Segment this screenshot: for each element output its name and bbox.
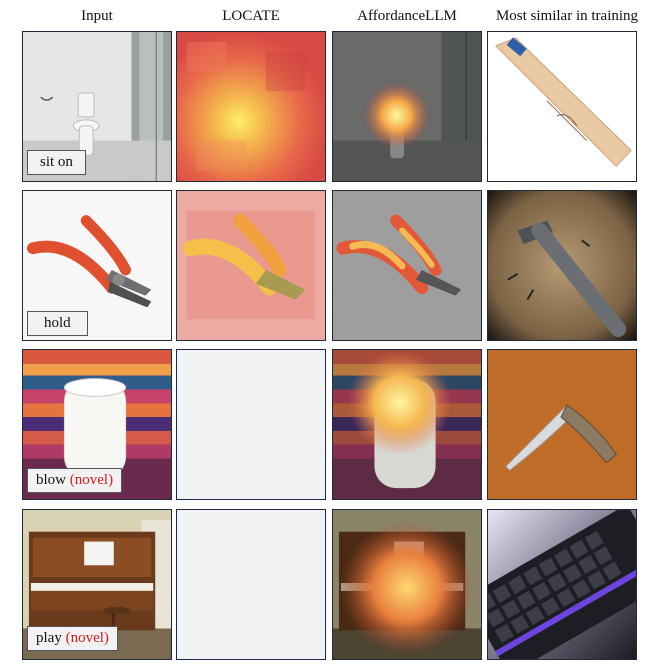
- affordancellm-heatmap-piano: [332, 509, 482, 660]
- training-image-keyboard: [487, 509, 637, 660]
- training-image-hammer: [487, 190, 637, 341]
- locate-heatmap-pliers: [176, 190, 326, 341]
- affordance-label-hold: hold: [27, 311, 88, 336]
- locate-empty-placeholder: [176, 349, 326, 500]
- affordance-text: hold: [44, 315, 71, 331]
- affordancellm-heatmap-milk-glass: [332, 349, 482, 500]
- affordance-text: play: [36, 630, 62, 646]
- affordancellm-heatmap-bathroom: [332, 31, 482, 182]
- training-image-knife: [487, 349, 637, 500]
- novel-tag: (novel): [69, 472, 114, 488]
- training-image-toothbrush: [487, 31, 637, 182]
- column-header-locate: LOCATE: [222, 8, 280, 24]
- locate-empty-placeholder: [176, 509, 326, 660]
- novel-tag: (novel): [65, 630, 109, 646]
- affordance-text: blow: [36, 472, 66, 488]
- locate-heatmap-bathroom: [176, 31, 326, 182]
- affordance-label-blow: blow (novel): [27, 468, 123, 493]
- column-header-most-similar: Most similar in training: [495, 8, 639, 24]
- affordance-label-sit-on: sit on: [27, 150, 86, 175]
- affordance-label-play: play (novel): [27, 626, 118, 651]
- column-header-input: Input: [81, 8, 113, 24]
- column-header-affordancellm: AffordanceLLM: [357, 8, 457, 24]
- affordance-text: sit on: [40, 154, 73, 170]
- affordancellm-heatmap-pliers: [332, 190, 482, 341]
